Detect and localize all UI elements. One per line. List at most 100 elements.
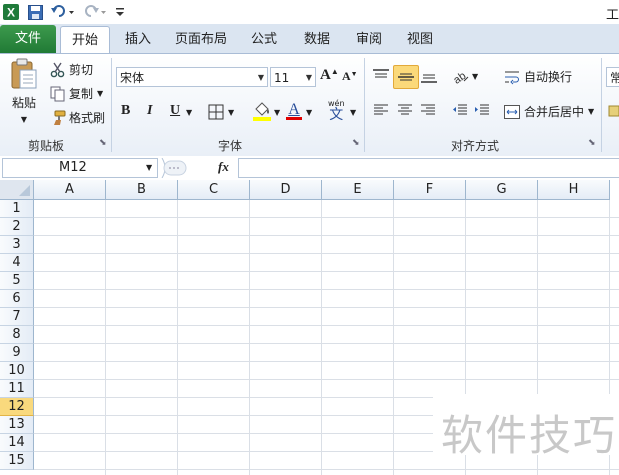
font-color-dropdown-icon[interactable]: ▼ xyxy=(306,108,312,117)
row-header-9[interactable]: 9 xyxy=(0,344,34,362)
grow-font-button[interactable]: A ▲ xyxy=(320,67,339,84)
format-painter-label: 格式刷 xyxy=(69,111,106,125)
font-size-combo[interactable]: 11 ▼ xyxy=(270,67,316,87)
increase-indent-button[interactable] xyxy=(474,103,490,117)
merge-center-button[interactable]: 合并后居中 ▼ xyxy=(504,103,594,120)
align-top-button[interactable] xyxy=(372,68,390,84)
row-header-14[interactable]: 14 xyxy=(0,434,34,452)
save-icon[interactable] xyxy=(26,3,44,21)
paint-bucket-icon xyxy=(253,102,271,122)
cut-button[interactable]: 剪切 xyxy=(50,61,93,78)
alignment-launcher-icon[interactable]: ⬊ xyxy=(588,139,597,148)
name-box-dropdown-icon[interactable]: ▼ xyxy=(146,163,152,172)
tab-home[interactable]: 开始 xyxy=(60,26,110,55)
tab-page-layout[interactable]: 页面布局 xyxy=(168,26,234,53)
tab-view[interactable]: 视图 xyxy=(398,26,442,53)
font-size-value: 11 xyxy=(274,71,290,85)
formula-input[interactable] xyxy=(238,158,619,178)
merge-center-icon xyxy=(504,104,520,119)
decrease-indent-button[interactable] xyxy=(452,103,468,117)
grid-line xyxy=(34,289,619,290)
number-format-combo[interactable]: 常 xyxy=(606,67,619,87)
grid-line xyxy=(34,235,619,236)
tab-data[interactable]: 数据 xyxy=(295,26,339,53)
column-header-f[interactable]: F xyxy=(394,180,466,200)
font-color-button[interactable]: A xyxy=(286,101,302,120)
column-header-b[interactable]: B xyxy=(106,180,178,200)
redo-icon[interactable] xyxy=(82,3,108,21)
column-header-e[interactable]: E xyxy=(322,180,394,200)
insert-function-button[interactable]: fx xyxy=(218,159,229,175)
orientation-button[interactable]: ab ▼ xyxy=(452,68,478,84)
grow-font-label: A xyxy=(320,67,331,83)
accounting-format-icon[interactable] xyxy=(608,105,619,117)
align-right-button[interactable] xyxy=(420,103,436,117)
shrink-font-button[interactable]: A ▼ xyxy=(342,69,358,84)
copy-dropdown-icon[interactable]: ▼ xyxy=(97,89,103,98)
row-header-5[interactable]: 5 xyxy=(0,272,34,290)
customize-qat-icon[interactable] xyxy=(114,3,126,21)
bold-button[interactable]: B xyxy=(121,103,130,119)
phonetic-guide-button[interactable]: wén 文 xyxy=(328,100,345,123)
row-header-4[interactable]: 4 xyxy=(0,254,34,272)
column-header-c[interactable]: C xyxy=(178,180,250,200)
grid-line xyxy=(34,343,619,344)
tab-formulas[interactable]: 公式 xyxy=(242,26,286,53)
font-size-dropdown-icon[interactable]: ▼ xyxy=(306,68,312,88)
column-header-d[interactable]: D xyxy=(250,180,322,200)
underline-dropdown-icon[interactable]: ▼ xyxy=(186,108,192,117)
tab-insert[interactable]: 插入 xyxy=(116,26,160,53)
fill-color-dropdown-icon[interactable]: ▼ xyxy=(274,108,280,117)
copy-button[interactable]: 复制 ▼ xyxy=(50,85,103,102)
clipboard-group-label: 剪贴板 xyxy=(27,139,64,153)
column-header-g[interactable]: G xyxy=(466,180,538,200)
italic-button[interactable]: I xyxy=(147,103,152,119)
font-name-dropdown-icon[interactable]: ▼ xyxy=(258,68,264,88)
name-box[interactable]: M12 xyxy=(2,158,158,178)
font-name-combo[interactable]: 宋体 ▼ xyxy=(116,67,268,87)
fill-color-button[interactable]: ▼ xyxy=(253,102,280,122)
undo-icon[interactable] xyxy=(50,3,76,21)
column-header-h[interactable]: H xyxy=(538,180,610,200)
row-header-12[interactable]: 12 xyxy=(0,398,34,416)
format-painter-button[interactable]: 格式刷 xyxy=(50,109,105,126)
formula-buttons: fx xyxy=(160,157,238,179)
row-header-1[interactable]: 1 xyxy=(0,200,34,218)
underline-button[interactable]: U xyxy=(170,103,180,119)
row-header-11[interactable]: 11 xyxy=(0,380,34,398)
merge-dropdown-icon[interactable]: ▼ xyxy=(588,107,594,116)
orientation-dropdown-icon[interactable]: ▼ xyxy=(472,72,478,81)
font-launcher-icon[interactable]: ⬊ xyxy=(352,139,361,148)
excel-app-icon[interactable]: X xyxy=(2,3,20,21)
row-header-6[interactable]: 6 xyxy=(0,290,34,308)
align-left-button[interactable] xyxy=(373,103,389,117)
wrap-text-button[interactable]: 自动换行 xyxy=(504,68,572,85)
clipboard-launcher-icon[interactable]: ⬊ xyxy=(99,139,108,148)
align-middle-button[interactable] xyxy=(393,65,419,89)
font-group-label: 字体 xyxy=(217,139,242,153)
row-header-13[interactable]: 13 xyxy=(0,416,34,434)
borders-dropdown-icon[interactable]: ▼ xyxy=(228,108,234,117)
paste-button[interactable]: 粘贴 ▼ xyxy=(6,58,42,128)
row-header-8[interactable]: 8 xyxy=(0,326,34,344)
select-all-corner[interactable] xyxy=(0,180,34,200)
tab-review[interactable]: 审阅 xyxy=(347,26,391,53)
align-bottom-button[interactable] xyxy=(420,68,438,84)
row-header-15[interactable]: 15 xyxy=(0,452,34,470)
svg-text:X: X xyxy=(7,6,15,20)
row-header-7[interactable]: 7 xyxy=(0,308,34,326)
paste-dropdown-icon[interactable]: ▼ xyxy=(21,115,27,124)
row-header-3[interactable]: 3 xyxy=(0,236,34,254)
phonetic-dropdown-icon[interactable]: ▼ xyxy=(350,108,356,117)
column-header-a[interactable]: A xyxy=(34,180,106,200)
tab-file[interactable]: 文件 xyxy=(0,25,56,53)
watermark: 软件技巧 xyxy=(433,394,619,460)
font-color-swatch xyxy=(286,117,302,120)
row-header-2[interactable]: 2 xyxy=(0,218,34,236)
borders-button[interactable]: ▼ xyxy=(208,104,234,120)
number-format-value: 常 xyxy=(610,71,619,85)
row-header-10[interactable]: 10 xyxy=(0,362,34,380)
align-center-button[interactable] xyxy=(397,103,413,117)
quick-access-toolbar: X 工 xyxy=(0,0,619,24)
worksheet-grid[interactable]: ABCDEFGH 1 2 3 4 5 6 7 8 9 10 11 12 13 14 15 软件技巧 xyxy=(0,180,619,475)
